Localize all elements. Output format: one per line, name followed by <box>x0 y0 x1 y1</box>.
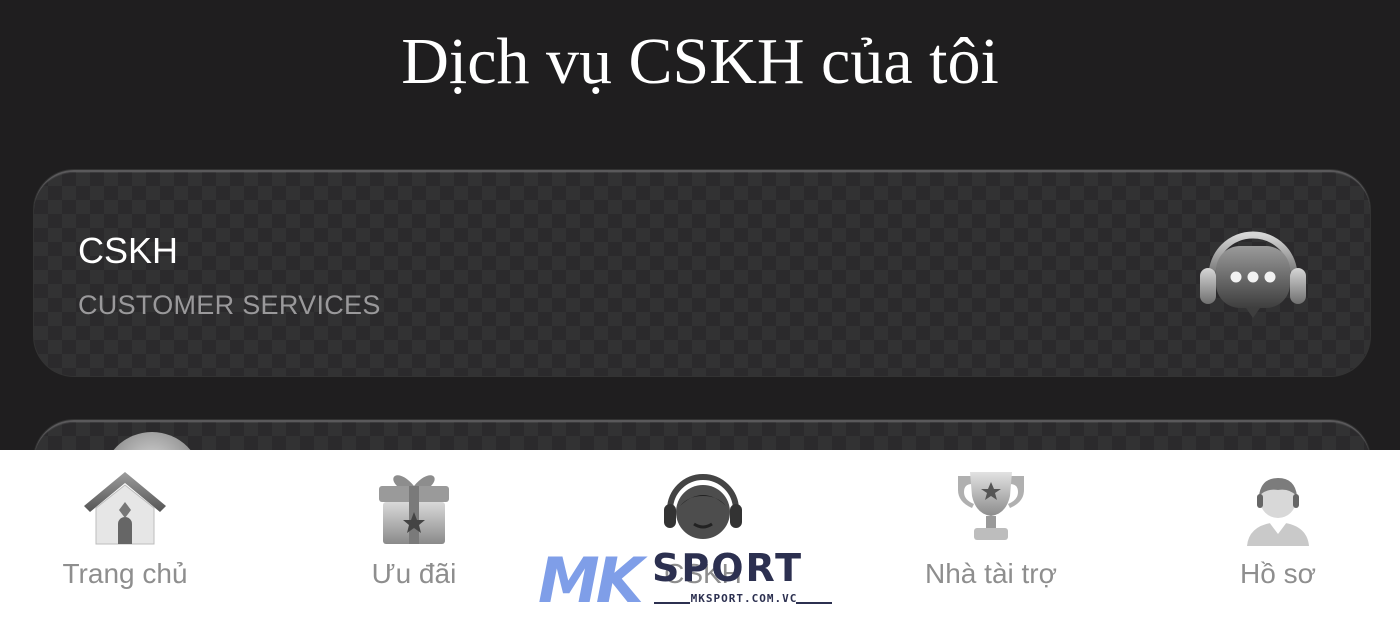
profile-icon <box>1247 478 1309 546</box>
nav-item-sponsors[interactable]: Nhà tài trợ <box>851 450 1131 625</box>
brand-watermark: MK SPORT MKSPORT.COM.VC <box>538 544 838 617</box>
support-agent-icon <box>664 474 742 539</box>
trophy-icon <box>958 472 1024 540</box>
gift-icon <box>379 475 449 544</box>
headset-chat-icon <box>1200 231 1306 318</box>
nav-item-profile[interactable]: Hồ sơ <box>1138 450 1400 625</box>
home-icon <box>84 472 166 545</box>
card-title: CSKH <box>78 230 179 271</box>
nav-label-promotions: Ưu đãi <box>371 558 457 589</box>
watermark-divider-right <box>796 602 832 604</box>
nav-label-home: Trang chủ <box>62 558 188 589</box>
nav-label-sponsors: Nhà tài trợ <box>925 558 1057 589</box>
watermark-sport: SPORT <box>652 546 803 590</box>
page-title: Dịch vụ CSKH của tôi <box>401 25 999 98</box>
cskh-card[interactable]: CSKH CUSTOMER SERVICES <box>34 170 1370 376</box>
nav-item-promotions[interactable]: Ưu đãi <box>274 450 554 625</box>
nav-label-profile: Hồ sơ <box>1240 558 1316 589</box>
card-subtitle: CUSTOMER SERVICES <box>78 290 381 320</box>
watermark-mk: MK <box>538 544 644 617</box>
nav-item-home[interactable]: Trang chủ <box>0 450 265 625</box>
